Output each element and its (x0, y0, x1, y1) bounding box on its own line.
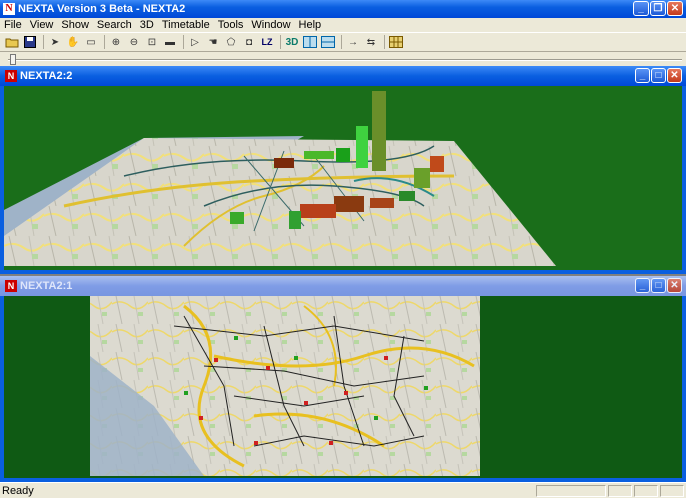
network-map (90, 296, 480, 476)
toolbar-separator (104, 35, 105, 49)
time-slider[interactable] (0, 52, 686, 66)
toolbar-separator (183, 35, 184, 49)
app-icon: N (3, 3, 15, 15)
status-text: Ready (2, 484, 34, 497)
menu-show[interactable]: Show (57, 19, 93, 31)
menu-search[interactable]: Search (93, 19, 136, 31)
tile-vertical-icon[interactable] (302, 34, 318, 50)
child-title-bar-3d[interactable]: N NEXTA2:2 _ □ ✕ (0, 66, 686, 86)
toolbar: ➤ ✋ ▭ ⊕ ⊖ ⊡ ▬ ▷ ☚ ⬠ ◘ LZ 3D → ⇆ (0, 32, 686, 52)
fill-icon[interactable]: ▬ (162, 34, 178, 50)
toolbar-separator (280, 35, 281, 49)
menu-file[interactable]: File (0, 19, 26, 31)
child-close-button[interactable]: ✕ (667, 68, 682, 83)
hand-tool-icon[interactable]: ☚ (205, 34, 221, 50)
volume-bar (274, 158, 294, 168)
volume-bar (372, 91, 386, 171)
close-button[interactable]: ✕ (667, 1, 683, 16)
nexta-icon: N (5, 280, 17, 292)
main-title-bar[interactable]: N NEXTA Version 3 Beta - NEXTA2 _ ❐ ✕ (0, 0, 686, 18)
toolbar-separator (341, 35, 342, 49)
one-way-arrow-icon[interactable]: → (345, 34, 361, 50)
perspective-map (4, 91, 556, 266)
status-panel (608, 485, 632, 497)
restore-button[interactable]: ❐ (650, 1, 666, 16)
child-maximize-button[interactable]: □ (651, 278, 666, 293)
toolbar-separator (43, 35, 44, 49)
two-way-arrow-icon[interactable]: ⇆ (363, 34, 379, 50)
pan-hand-icon[interactable]: ✋ (65, 34, 81, 50)
volume-bar (430, 156, 444, 172)
volume-bar (230, 212, 244, 224)
menu-window[interactable]: Window (247, 19, 294, 31)
menu-view[interactable]: View (26, 19, 58, 31)
grid-icon[interactable] (388, 34, 404, 50)
child-window-2d[interactable]: N NEXTA2:1 _ □ ✕ (0, 276, 686, 482)
move-node-icon[interactable]: ▷ (187, 34, 203, 50)
child-maximize-button[interactable]: □ (651, 68, 666, 83)
select-arrow-icon[interactable]: ➤ (47, 34, 63, 50)
open-folder-icon[interactable] (4, 34, 20, 50)
slider-thumb[interactable] (10, 54, 16, 65)
lz-button[interactable]: LZ (259, 34, 275, 50)
child-title-bar-2d[interactable]: N NEXTA2:1 _ □ ✕ (0, 276, 686, 296)
view-3d-button[interactable]: 3D (284, 34, 300, 50)
child-title-3d: NEXTA2:2 (20, 70, 73, 82)
map-2d-view[interactable] (4, 296, 682, 478)
minimize-button[interactable]: _ (633, 1, 649, 16)
child-title-2d: NEXTA2:1 (20, 280, 73, 292)
menu-tools[interactable]: Tools (214, 19, 248, 31)
menu-timetable[interactable]: Timetable (158, 19, 214, 31)
map-3d-view[interactable] (4, 86, 682, 270)
volume-bar (370, 198, 394, 208)
child-minimize-button[interactable]: _ (635, 278, 650, 293)
toolbar-separator (384, 35, 385, 49)
mdi-client-area: N NEXTA2:2 _ □ ✕ N NEXTA2:1 _ □ ✕ (0, 66, 686, 482)
zoom-out-icon[interactable]: ⊖ (126, 34, 142, 50)
status-bar: Ready (0, 482, 686, 498)
route-tool-icon[interactable]: ⬠ (223, 34, 239, 50)
app-title: NEXTA Version 3 Beta - NEXTA2 (18, 3, 186, 15)
save-icon[interactable] (22, 34, 38, 50)
edit-icon[interactable]: ▭ (83, 34, 99, 50)
volume-bar (300, 204, 336, 218)
child-minimize-button[interactable]: _ (635, 68, 650, 83)
menu-3d[interactable]: 3D (136, 19, 158, 31)
slider-track (8, 59, 682, 61)
status-panel (536, 485, 606, 497)
child-close-button[interactable]: ✕ (667, 278, 682, 293)
menu-help[interactable]: Help (295, 19, 326, 31)
nexta-icon: N (5, 70, 17, 82)
tile-horizontal-icon[interactable] (320, 34, 336, 50)
child-window-3d[interactable]: N NEXTA2:2 _ □ ✕ (0, 66, 686, 274)
status-panel (660, 485, 684, 497)
menu-bar: File View Show Search 3D Timetable Tools… (0, 18, 686, 32)
volume-bar (334, 196, 364, 212)
volume-bar (356, 126, 368, 168)
node-tool-icon[interactable]: ◘ (241, 34, 257, 50)
zoom-extent-icon[interactable]: ⊡ (144, 34, 160, 50)
status-panel (634, 485, 658, 497)
zoom-in-icon[interactable]: ⊕ (108, 34, 124, 50)
volume-bar (399, 191, 415, 201)
volume-bar (336, 148, 350, 162)
volume-bar (414, 168, 430, 188)
volume-bar (289, 211, 301, 229)
volume-bar (304, 151, 334, 159)
